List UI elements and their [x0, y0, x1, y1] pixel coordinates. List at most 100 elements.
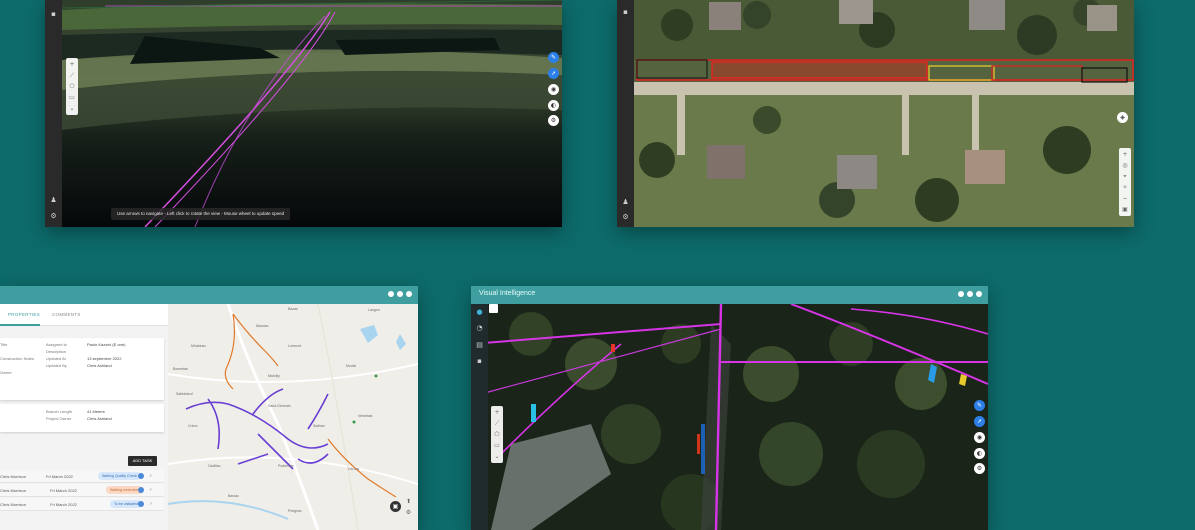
- navigation-hint: Use arrows to navigate - Left click to r…: [111, 208, 291, 220]
- chevron-down-icon[interactable]: ⌄: [493, 452, 502, 461]
- task-owner: Chris Morrison: [0, 488, 27, 493]
- aerial-map[interactable]: [617, 0, 1134, 227]
- gear-icon[interactable]: ⚙: [548, 115, 559, 126]
- field-label: Description: [46, 349, 67, 354]
- left-rail: ▪ ♟ ⚙: [45, 0, 62, 227]
- fullscreen-icon[interactable]: ▣: [1121, 205, 1130, 214]
- document-icon[interactable]: ▤: [475, 341, 484, 350]
- settings-icon[interactable]: ⚙: [621, 213, 630, 222]
- details-card: Branch Length Project Owner 41 Meters Ch…: [0, 404, 164, 432]
- folder-icon[interactable]: ▪: [475, 357, 484, 366]
- chevron-right-icon[interactable]: ›: [150, 501, 152, 507]
- pointer-icon[interactable]: ➚: [974, 416, 985, 427]
- compass-icon[interactable]: ⬆: [404, 497, 413, 506]
- eye-icon[interactable]: ◉: [548, 84, 559, 95]
- settings-icon[interactable]: ⚙: [49, 212, 58, 221]
- window-dot-icon[interactable]: [967, 291, 973, 297]
- layers-icon[interactable]: ◈: [1117, 112, 1128, 123]
- chevron-down-icon[interactable]: ⌄: [68, 104, 77, 113]
- map-label: Salleboeuf: [176, 392, 193, 396]
- map-label: Barsac: [228, 494, 239, 498]
- map-label: Bazas: [288, 307, 298, 311]
- user-icon[interactable]: ♟: [621, 198, 630, 207]
- avatar: [138, 487, 144, 493]
- window-dot-icon[interactable]: [958, 291, 964, 297]
- left-rail: ▪ ♟ ⚙: [617, 0, 634, 227]
- field-value: 13 septembre 2022: [87, 356, 122, 361]
- chevron-right-icon[interactable]: ›: [150, 473, 152, 479]
- tab-comments[interactable]: COMMENTS: [52, 312, 81, 317]
- map-label: Bonnetan: [173, 367, 188, 371]
- field-label: Construction Notes: [0, 356, 35, 361]
- left-rail: ● ◔ ▤ ▪: [471, 304, 488, 530]
- field-value: Chris Ashland: [87, 363, 112, 368]
- ruler-icon[interactable]: ⟋: [493, 419, 502, 428]
- plus-icon[interactable]: +: [493, 408, 502, 417]
- task-owner: Chris Morrison: [0, 474, 27, 479]
- field-label: Title: [0, 342, 8, 347]
- map-label: Cadillac: [208, 464, 221, 468]
- home-icon[interactable]: ●: [475, 308, 484, 317]
- tab-bar: PROPERTIES COMMENTS: [0, 304, 168, 326]
- pin-icon[interactable]: ⌖: [1121, 172, 1130, 181]
- window-titlebar: [0, 286, 418, 304]
- pointcloud-view[interactable]: [471, 304, 988, 530]
- pointer-icon[interactable]: ➚: [548, 68, 559, 79]
- pencil-icon[interactable]: ✎: [974, 400, 985, 411]
- gear-icon[interactable]: ⚙: [404, 508, 413, 517]
- task-row[interactable]: Chris Morrison Fri March 2022 Waiting co…: [0, 484, 164, 497]
- user-icon[interactable]: ♟: [49, 196, 58, 205]
- tab-underline: [0, 324, 40, 326]
- ruler-icon[interactable]: ⟋: [68, 71, 77, 80]
- status-badge: Waiting Quality Check: [98, 472, 142, 480]
- fullscreen-icon[interactable]: ▣: [390, 501, 401, 512]
- target-icon[interactable]: ◎: [1121, 161, 1130, 170]
- visual-intelligence-window: Visual Intelligence ● ◔ ▤ ▪ + ⟋ ⬠ ▭ ⌄ ✎ …: [471, 286, 988, 530]
- dashboard-icon[interactable]: ◔: [475, 324, 484, 333]
- network-map[interactable]: Mirabeau Mauriac Bazas Langon Lormont Mo…: [168, 304, 418, 530]
- folder-icon[interactable]: ▪: [49, 10, 58, 19]
- polygon-icon[interactable]: ⬠: [68, 82, 77, 91]
- map-label: Verdelais: [358, 414, 373, 418]
- task-owner: Chris Morrison: [0, 502, 27, 507]
- window-controls: [958, 291, 982, 297]
- field-value: 41 Meters: [87, 409, 105, 414]
- window-dot-icon[interactable]: [976, 291, 982, 297]
- eye-icon[interactable]: ◉: [974, 432, 985, 443]
- pointcloud-view[interactable]: [45, 0, 562, 227]
- folder-icon[interactable]: ▪: [621, 8, 630, 17]
- task-date: Fri March 2022: [50, 488, 77, 493]
- avatar: [138, 473, 144, 479]
- plus-icon[interactable]: +: [68, 60, 77, 69]
- layers-icon[interactable]: [489, 304, 498, 313]
- window-dot-icon[interactable]: [388, 291, 394, 297]
- window-titlebar: Visual Intelligence: [471, 286, 988, 304]
- field-label: Assigned to: [46, 342, 67, 347]
- camera-icon[interactable]: ◐: [974, 448, 985, 459]
- field-label: Project Owner: [46, 416, 72, 421]
- compass-icon[interactable]: ✧: [1121, 183, 1130, 192]
- map-label: Cérons: [348, 467, 360, 471]
- polygon-icon[interactable]: ⬠: [493, 430, 502, 439]
- task-row[interactable]: Chris Morrison Fri March 2022 Waiting Qu…: [0, 470, 164, 483]
- aerial-window: ▪ ♟ ⚙ ◈ + ◎ ⌖ ✧ − ▣: [617, 0, 1134, 227]
- window-dot-icon[interactable]: [406, 291, 412, 297]
- add-task-button[interactable]: ADD TASK: [128, 456, 157, 466]
- camera-icon[interactable]: ◐: [548, 100, 559, 111]
- details-card: Title Construction Notes Owner Assigned …: [0, 338, 164, 400]
- plus-icon[interactable]: +: [1121, 150, 1130, 159]
- gear-icon[interactable]: ⚙: [974, 463, 985, 474]
- avatar: [138, 501, 144, 507]
- map-label: Sadirac: [313, 424, 325, 428]
- layer-icon[interactable]: ▭: [493, 441, 502, 450]
- layer-icon[interactable]: ▭: [68, 93, 77, 102]
- map-label: Langon: [368, 308, 380, 312]
- minus-icon[interactable]: −: [1121, 194, 1130, 203]
- window-dot-icon[interactable]: [397, 291, 403, 297]
- chevron-right-icon[interactable]: ›: [150, 487, 152, 493]
- pencil-icon[interactable]: ✎: [548, 52, 559, 63]
- map-label: Preignac: [288, 509, 302, 513]
- task-date: Fri March 2022: [46, 474, 73, 479]
- tab-properties[interactable]: PROPERTIES: [8, 312, 40, 317]
- task-row[interactable]: Chris Morrison Fri March 2022 To be vali…: [0, 498, 164, 511]
